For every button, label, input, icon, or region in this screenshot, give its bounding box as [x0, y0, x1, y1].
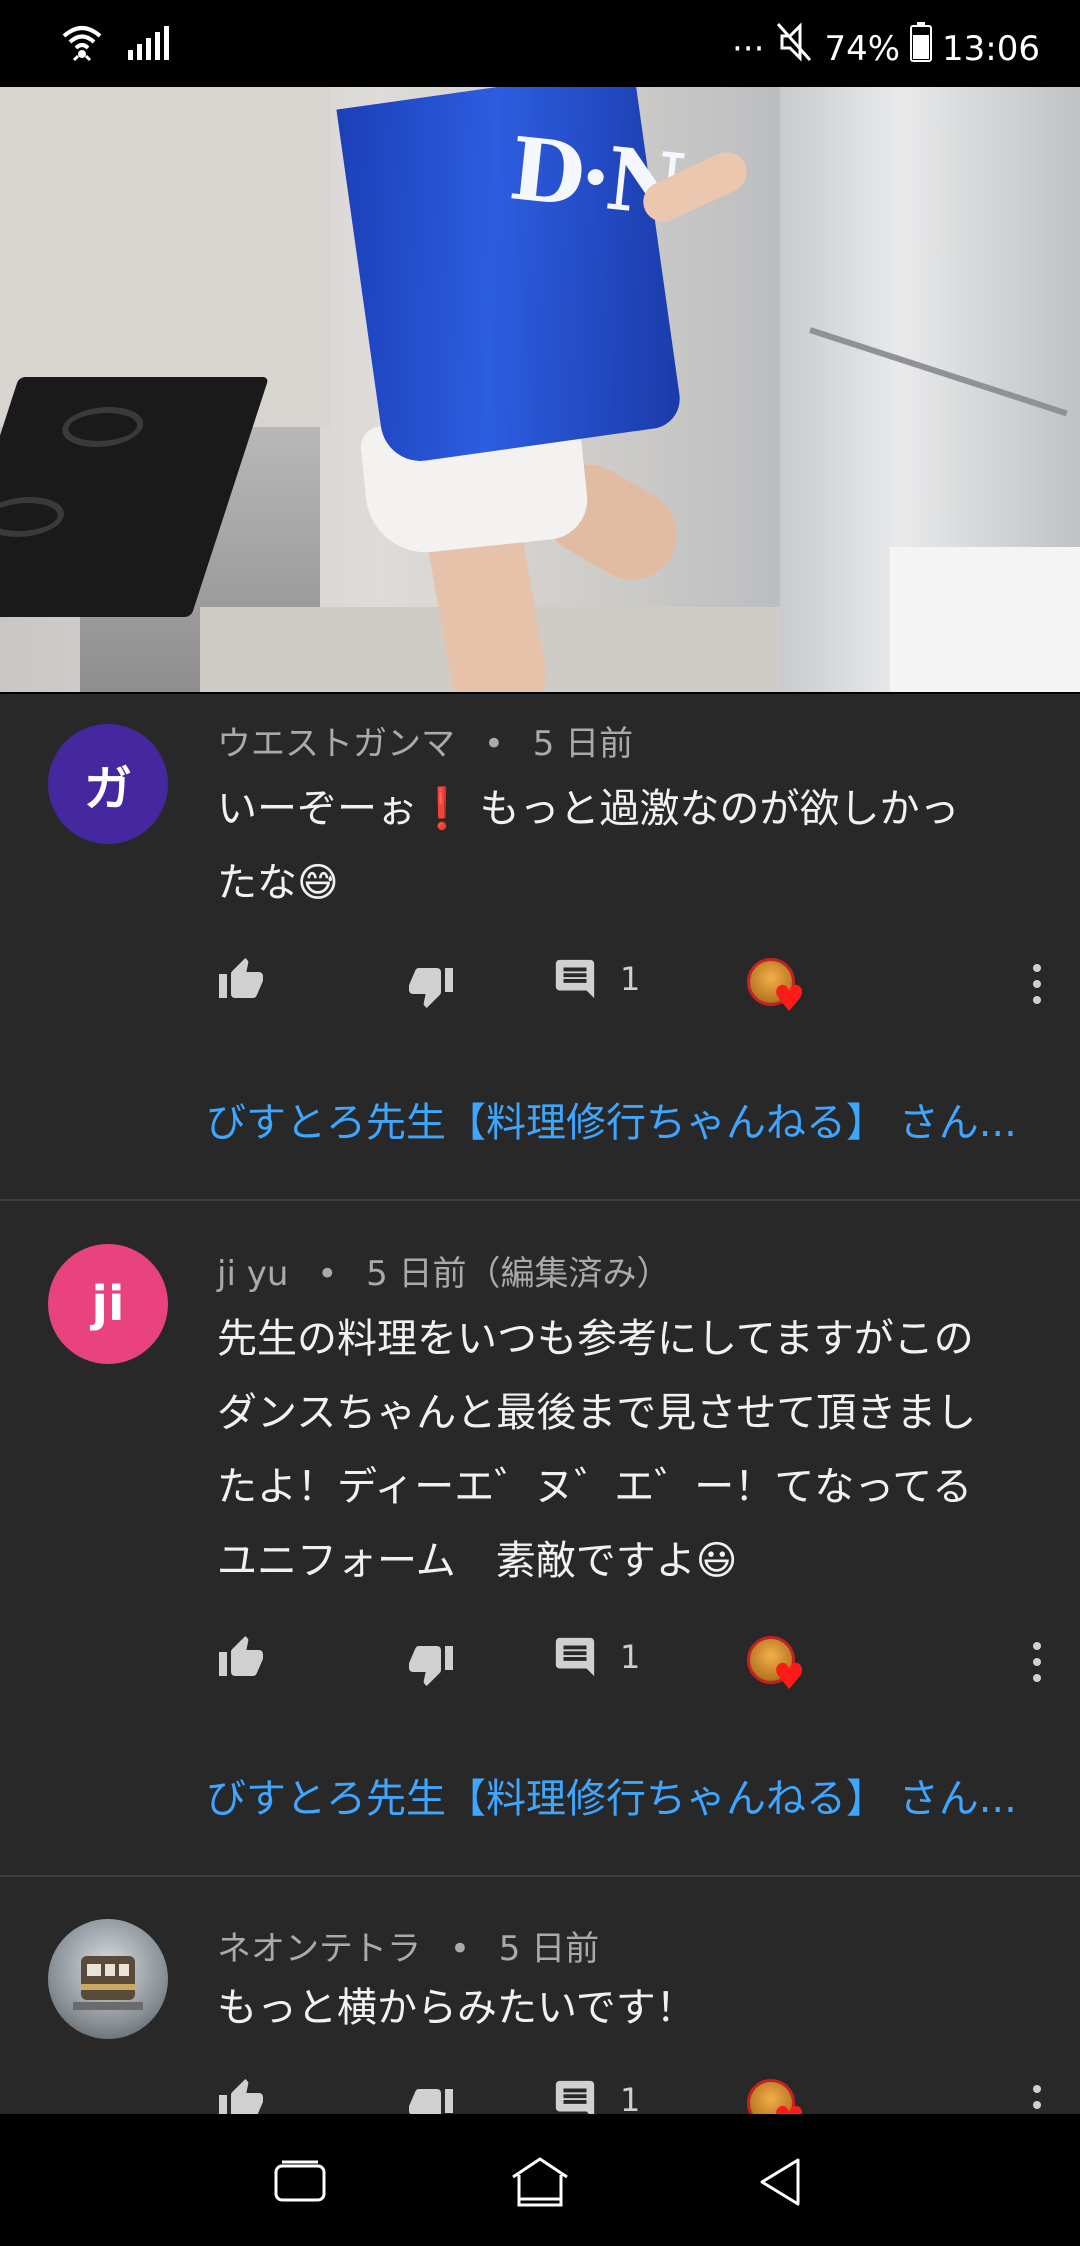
system-nav-bar: [0, 2114, 1080, 2246]
mute-icon: [774, 20, 814, 77]
dislike-button[interactable]: [407, 962, 455, 1010]
home-button[interactable]: [500, 2142, 580, 2222]
avatar[interactable]: ji: [48, 1244, 168, 1364]
reply-button[interactable]: 1: [552, 2077, 640, 2114]
like-button[interactable]: [217, 956, 265, 1004]
comment-icon: [555, 959, 595, 999]
heart-icon: ♥: [773, 979, 806, 1020]
comments-list[interactable]: ガ ウエストガンマ • 5 日前 いーぞーぉ❗️ もっと過激なのが欲しかっ たな…: [0, 694, 1080, 2114]
creator-heart: ♥: [747, 958, 807, 1018]
comment-time: 5 日前: [532, 724, 634, 764]
more-vert-icon: [1033, 2085, 1041, 2109]
more-vert-icon: [1033, 964, 1041, 1004]
signal-icon: [126, 22, 170, 66]
comment-text: 先生の料理をいつも参考にしてますがこの ダンスちゃんと最後まで見させて頂きまし …: [217, 1316, 977, 1584]
thumbs-down-icon: [409, 2089, 453, 2114]
wifi-icon: [60, 20, 104, 68]
more-options-button[interactable]: [1027, 960, 1047, 1012]
comment-actions: 1 ♥: [217, 1634, 1047, 1696]
video-player[interactable]: D·N: [0, 87, 1080, 692]
thumbs-up-icon: [219, 958, 263, 998]
meta-separator: •: [483, 724, 504, 764]
like-button[interactable]: [217, 2077, 265, 2114]
comment-meta: ji yu • 5 日前（編集済み）: [217, 1246, 671, 1295]
heart-icon: ♥: [773, 1657, 806, 1698]
reply-count: 1: [620, 960, 641, 998]
heart-icon: ♥: [773, 2103, 805, 2115]
train-icon: [73, 1956, 143, 2010]
reply-count: 1: [620, 1638, 641, 1676]
more-options-button[interactable]: [1027, 1638, 1047, 1690]
overflow-indicator: ···: [732, 28, 765, 69]
recent-apps-button[interactable]: [260, 2142, 340, 2222]
comment-icon: [555, 1637, 595, 1677]
meta-separator: •: [449, 1929, 470, 1969]
more-vert-icon: [1033, 1642, 1041, 1682]
video-frame-wall: [0, 87, 330, 427]
avatar[interactable]: ガ: [48, 724, 168, 844]
comment-author[interactable]: ウエストガンマ: [217, 724, 455, 764]
comment-actions: 1 ♥: [217, 2077, 1047, 2114]
comment-icon: [555, 2080, 595, 2114]
back-icon: [760, 2158, 800, 2206]
comment-meta: ネオンテトラ • 5 日前: [217, 1921, 599, 1970]
view-replies-link[interactable]: びすとろ先生【料理修行ちゃんねる】 さん...: [206, 1766, 1017, 1824]
home-icon: [512, 2157, 568, 2207]
reply-count: 1: [620, 2081, 641, 2114]
comment-time: 5 日前（編集済み）: [366, 1254, 671, 1294]
comment-text: もっと横からみたいです！: [217, 1985, 696, 2031]
thumbs-up-icon: [219, 2079, 263, 2114]
comment-author[interactable]: ネオンテトラ: [217, 1929, 421, 1969]
back-button[interactable]: [740, 2142, 820, 2222]
comment-time: 5 日前: [498, 1929, 600, 1969]
comment-text: いーぞーぉ❗️ もっと過激なのが欲しかっ たな😅: [217, 786, 960, 906]
reply-button[interactable]: 1: [552, 1634, 640, 1680]
comment-meta: ウエストガンマ • 5 日前: [217, 716, 633, 765]
creator-heart: ♥: [747, 2079, 807, 2114]
comment-actions: 1 ♥: [217, 956, 1047, 1018]
recent-apps-icon: [274, 2160, 326, 2202]
thumbs-down-icon: [409, 968, 453, 1008]
avatar[interactable]: [48, 1919, 168, 2039]
comment-author[interactable]: ji yu: [217, 1254, 288, 1294]
comment-divider: [0, 1199, 1080, 1201]
reply-button[interactable]: 1: [552, 956, 640, 1002]
thumbs-down-icon: [409, 1646, 453, 1686]
dislike-button[interactable]: [407, 2083, 455, 2114]
meta-separator: •: [317, 1254, 338, 1294]
thumbs-up-icon: [219, 1636, 263, 1676]
comment-divider: [0, 1875, 1080, 1877]
like-button[interactable]: [217, 1634, 265, 1682]
status-bar: ··· 74% 13:06: [0, 0, 1080, 87]
more-options-button[interactable]: [1027, 2081, 1047, 2114]
view-replies-link[interactable]: びすとろ先生【料理修行ちゃんねる】 さん...: [206, 1090, 1017, 1148]
dislike-button[interactable]: [407, 1640, 455, 1688]
creator-heart: ♥: [747, 1636, 807, 1696]
battery-icon: [910, 22, 933, 75]
clock: 13:06: [942, 28, 1040, 69]
battery-percent: 74%: [824, 28, 901, 69]
